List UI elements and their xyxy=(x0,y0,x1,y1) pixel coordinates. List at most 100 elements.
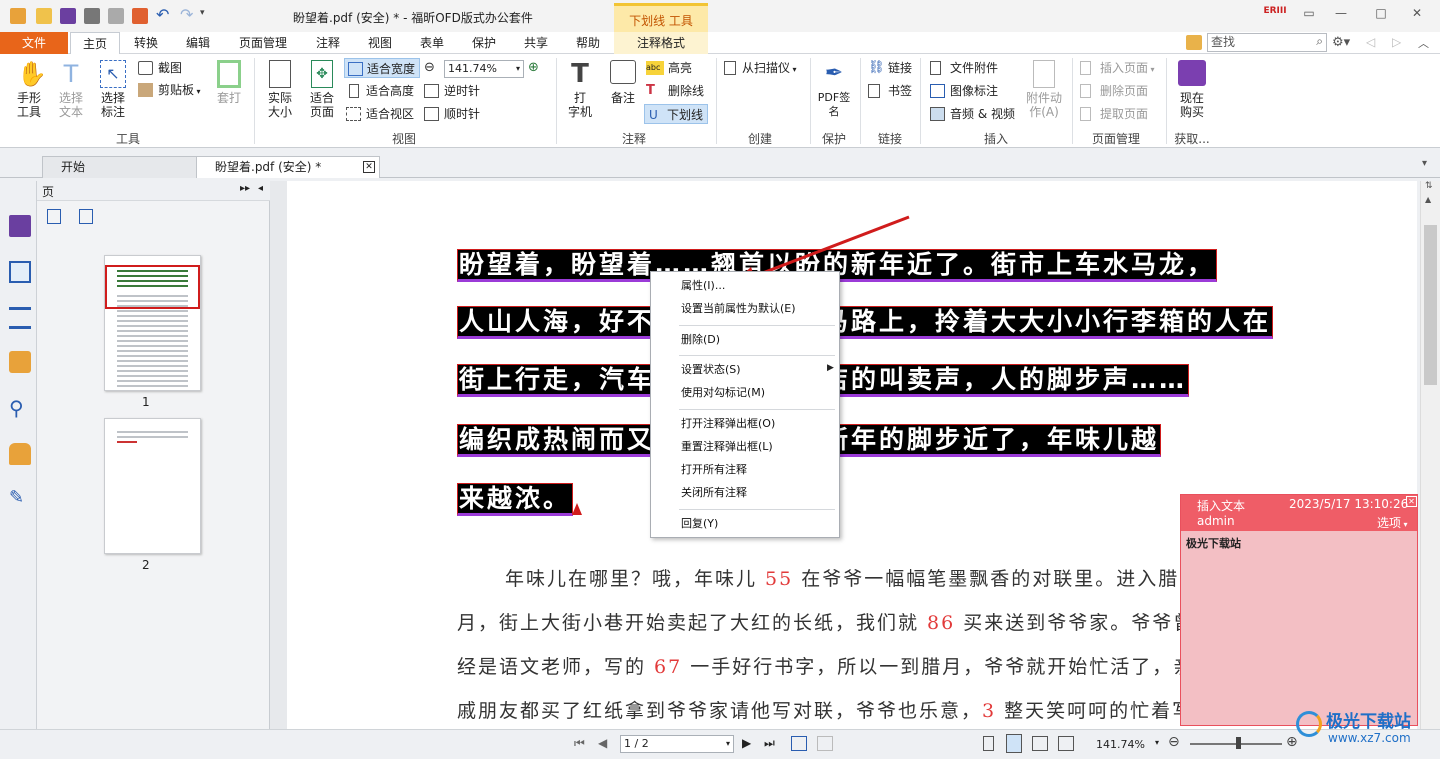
page-number-input[interactable]: 1 / 2 ▾ xyxy=(620,735,734,753)
rotate-cw-button[interactable]: 顺时针 xyxy=(424,104,480,124)
tab-help[interactable]: 帮助 xyxy=(566,32,610,54)
previous-view-icon[interactable] xyxy=(791,736,807,751)
prev-page-icon[interactable]: ◀ xyxy=(598,736,607,750)
last-page-icon[interactable]: ⏭ xyxy=(764,736,775,751)
settings-gear-icon[interactable]: ⚙▾ xyxy=(1332,35,1350,50)
scrollbar-thumb[interactable] xyxy=(1424,225,1437,385)
signature-icon[interactable]: ✎ xyxy=(9,487,31,509)
strikethrough-button[interactable]: T 删除线 xyxy=(646,81,704,101)
annotation-options-button[interactable]: 选项 ▾ xyxy=(1377,514,1408,531)
new-icon[interactable] xyxy=(132,8,148,24)
fit-width-button[interactable]: 适合宽度 xyxy=(344,58,420,78)
next-page-icon[interactable]: ▶ xyxy=(742,736,751,750)
collapse-ribbon-icon[interactable]: ︿ xyxy=(1418,35,1429,51)
menu-item-delete[interactable]: 删除(D) xyxy=(681,329,720,351)
zoom-out-status-icon[interactable]: ⊖ xyxy=(1168,734,1180,750)
fit-page-button[interactable]: ✥ 适合 页面 xyxy=(304,60,340,119)
tab-page-management[interactable]: 页面管理 xyxy=(228,32,298,54)
typewriter-button[interactable]: T 打 字机 xyxy=(562,60,598,119)
underlined-text-line[interactable]: 来越浓。 xyxy=(457,483,574,516)
split-view-icon[interactable]: ⇅ xyxy=(1425,181,1433,191)
audio-video-button[interactable]: 音频 & 视频 xyxy=(930,104,1015,124)
file-attachment-button[interactable]: 文件附件 xyxy=(930,58,998,78)
layers-icon[interactable] xyxy=(9,307,31,329)
buy-now-button[interactable]: 现在 购买 xyxy=(1172,60,1212,119)
single-page-icon[interactable] xyxy=(983,736,994,751)
hand-tool-button[interactable]: ✋ 手形 工具 xyxy=(12,60,47,119)
annotation-popup-header[interactable]: 插入文本 2023/5/17 13:10:26 ✕ admin 选项 ▾ xyxy=(1181,495,1417,531)
minimize-button[interactable]: — xyxy=(1330,6,1352,24)
tab-home[interactable]: 主页 xyxy=(70,32,120,55)
save-icon[interactable] xyxy=(60,8,76,24)
zoom-slider-handle[interactable] xyxy=(1236,737,1241,749)
tab-edit[interactable]: 编辑 xyxy=(176,32,220,54)
tab-comment[interactable]: 注释 xyxy=(306,32,350,54)
attachment-action-button[interactable]: 附件动 作(A) xyxy=(1022,60,1066,119)
print-icon[interactable] xyxy=(84,8,100,24)
maximize-button[interactable]: □ xyxy=(1370,6,1392,24)
customize-quick-access-icon[interactable]: ▾ xyxy=(200,8,216,24)
tab-list-icon[interactable]: ▾ xyxy=(1422,158,1427,169)
insert-page-button[interactable]: 插入页面 ▾ xyxy=(1080,58,1155,78)
page-thumbnail-1[interactable] xyxy=(104,255,201,391)
delete-page-button[interactable]: 删除页面 xyxy=(1080,81,1148,101)
menu-item-reply[interactable]: 回复(Y) xyxy=(681,513,718,535)
underline-button[interactable]: U 下划线 xyxy=(644,104,708,124)
menu-item-checkmark[interactable]: 使用对勾标记(M) xyxy=(681,382,765,404)
tab-protect[interactable]: 保护 xyxy=(462,32,506,54)
first-page-icon[interactable]: ⏮ xyxy=(574,736,585,751)
tab-convert[interactable]: 转换 xyxy=(124,32,168,54)
from-scanner-button[interactable]: 从扫描仪 ▾ xyxy=(724,58,797,78)
underlined-text-line[interactable]: 人山人海，好不热闹。汽车在马路上，拎着大大小小行李箱的人在 xyxy=(457,306,1274,339)
menu-item-close-all[interactable]: 关闭所有注释 xyxy=(681,482,747,504)
continuous-page-icon[interactable] xyxy=(1006,734,1022,753)
prev-result-icon[interactable]: ◁ xyxy=(1366,35,1375,49)
annotation-popup[interactable]: 插入文本 2023/5/17 13:10:26 ✕ admin 选项 ▾ 极光下… xyxy=(1180,494,1418,726)
scroll-up-icon[interactable]: ▲ xyxy=(1425,195,1431,204)
panel-expand-icon[interactable]: ▸▸ xyxy=(240,183,250,194)
crop-print-button[interactable]: 套打 xyxy=(212,60,246,105)
facing-page-icon[interactable] xyxy=(1032,736,1048,751)
pdf-sign-button[interactable]: ✒ PDF签 名 xyxy=(814,60,854,119)
next-result-icon[interactable]: ▷ xyxy=(1392,35,1401,49)
fit-visible-button[interactable]: 适合视区 xyxy=(346,104,414,124)
snapshot-button[interactable]: 截图 xyxy=(138,58,182,78)
link-button[interactable]: ⛓ 链接 xyxy=(868,58,912,78)
next-view-icon[interactable] xyxy=(817,736,833,751)
actual-size-button[interactable]: 实际 大小 xyxy=(262,60,298,119)
vertical-scrollbar[interactable]: ⇅ ▲ xyxy=(1420,181,1440,729)
tab-annotation-format[interactable]: 注释格式 xyxy=(614,32,708,54)
find-folder-icon[interactable] xyxy=(1186,35,1202,50)
clipboard-button[interactable]: 剪贴板 ▾ xyxy=(138,80,201,100)
tab-file[interactable]: 文件 xyxy=(0,32,68,54)
image-annotation-button[interactable]: 图像标注 xyxy=(930,81,998,101)
zoom-dropdown-icon[interactable]: ▾ xyxy=(1155,738,1159,747)
menu-item-properties[interactable]: 属性(I)... xyxy=(681,275,725,297)
fit-height-button[interactable]: 适合高度 xyxy=(346,81,414,101)
note-button[interactable]: 备注 xyxy=(604,60,642,105)
continuous-facing-icon[interactable] xyxy=(1058,736,1074,751)
close-button[interactable]: ✕ xyxy=(1406,6,1428,24)
attachments-icon[interactable]: ⚲ xyxy=(9,397,31,419)
restore-ribbon-icon[interactable]: ▭ xyxy=(1298,6,1320,24)
zoom-in-icon[interactable]: ⊕ xyxy=(528,60,539,75)
doc-tab-start[interactable]: 开始 xyxy=(42,156,198,178)
undo-icon[interactable]: ↶ xyxy=(156,7,172,24)
panel-collapse-icon[interactable]: ◂ xyxy=(258,183,263,194)
zoom-select[interactable]: 141.74% ▾ xyxy=(444,60,524,78)
tab-form[interactable]: 表单 xyxy=(410,32,454,54)
menu-item-reset-popup[interactable]: 重置注释弹出框(L) xyxy=(681,436,773,458)
zoom-thumbnail-in-icon[interactable] xyxy=(47,209,61,224)
close-tab-icon[interactable]: ✕ xyxy=(363,161,375,173)
panel-splitter[interactable] xyxy=(270,181,287,729)
zoom-level[interactable]: 141.74% xyxy=(1096,738,1145,751)
bookmarks-icon[interactable] xyxy=(9,215,31,237)
bookmark-button[interactable]: 书签 xyxy=(868,81,912,101)
select-text-button[interactable]: T 选择 文本 xyxy=(54,60,88,119)
close-popup-icon[interactable]: ✕ xyxy=(1406,496,1417,507)
redo-icon[interactable]: ↷ xyxy=(180,7,196,24)
menu-item-open-popup[interactable]: 打开注释弹出框(O) xyxy=(681,413,775,435)
menu-item-set-status[interactable]: 设置状态(S) xyxy=(681,359,741,381)
pages-icon[interactable] xyxy=(9,261,31,283)
insert-caret-icon[interactable] xyxy=(572,503,582,515)
